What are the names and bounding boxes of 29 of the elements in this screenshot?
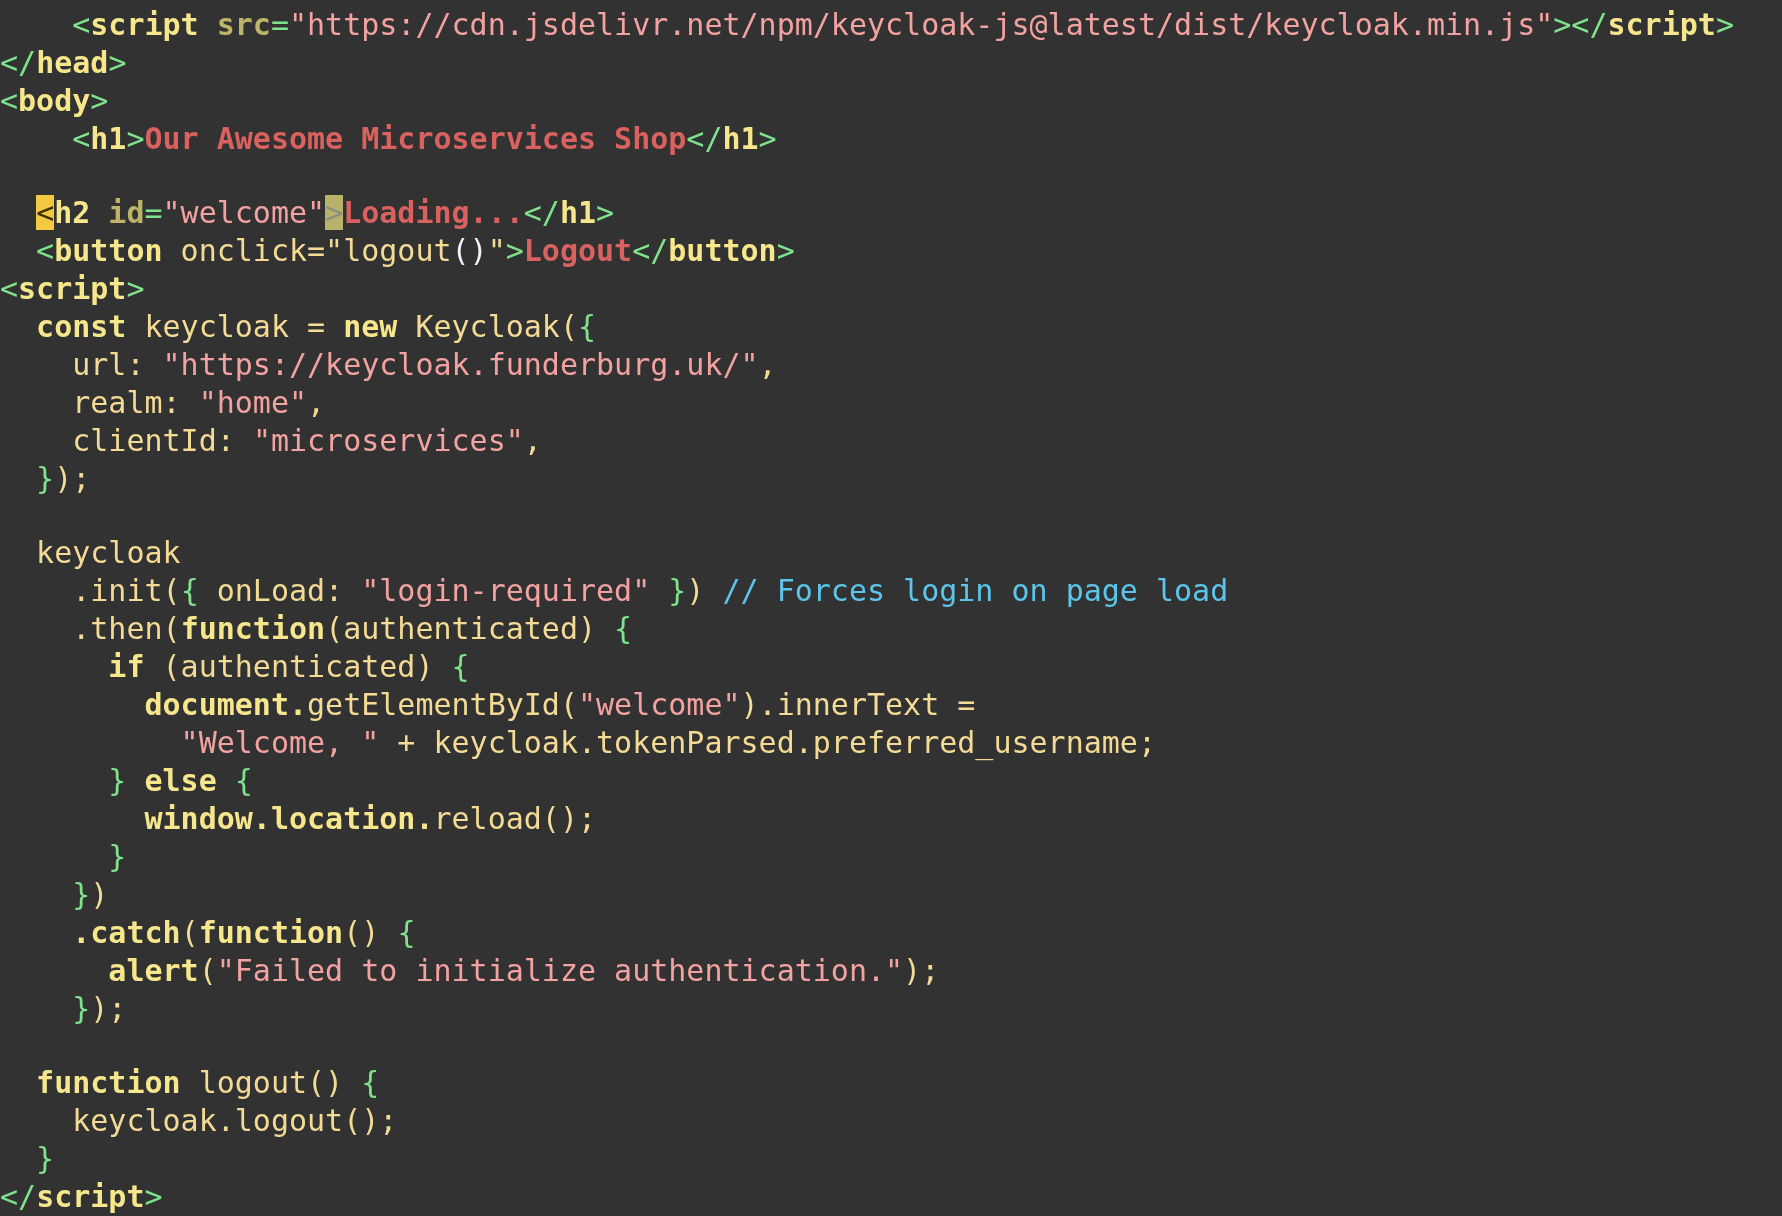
code-line: if (authenticated) { xyxy=(107,648,470,686)
code-line: <script src="https://cdn.jsdelivr.net/npm/keycloak-js@latest/dist/keycloak.min.js"></script> xyxy=(71,6,1734,44)
code-line: </script> xyxy=(0,1178,163,1216)
code-line: } xyxy=(107,838,127,876)
code-line: url: "https://keycloak.funderburg.uk/", xyxy=(71,346,777,384)
code-line: <body> xyxy=(0,82,109,120)
code-line: }); xyxy=(35,460,91,498)
code-line: }) xyxy=(71,876,109,914)
code-line: } else { xyxy=(107,762,253,800)
code-line: clientId: "microservices", xyxy=(71,422,542,460)
code-line: alert("Failed to initialize authentication."); xyxy=(107,952,940,990)
code-line: "Welcome, " + keycloak.tokenParsed.preferred_username; xyxy=(179,724,1156,762)
code-line: document.getElementById("welcome").innerText = xyxy=(143,686,976,724)
code-line: <h2 id="welcome">Loading...</h1> xyxy=(35,194,615,232)
code-line: function logout() { xyxy=(35,1064,380,1102)
code-line: const keycloak = new Keycloak({ xyxy=(35,308,597,346)
code-line: .then(function(authenticated) { xyxy=(71,610,633,648)
code-line: keycloak xyxy=(35,534,181,572)
code-line: .catch(function() { xyxy=(71,914,416,952)
code-line: <script> xyxy=(0,270,145,308)
code-line: keycloak.logout(); xyxy=(71,1102,398,1140)
code-line: }); xyxy=(71,990,127,1028)
code-line: window.location.reload(); xyxy=(143,800,597,838)
code-line: </head> xyxy=(0,44,127,82)
code-line: <h1>Our Awesome Microservices Shop</h1> xyxy=(71,120,777,158)
code-line: <button onclick="logout()">Logout</button> xyxy=(35,232,795,270)
code-line: realm: "home", xyxy=(71,384,326,422)
code-line: .init({ onLoad: "login-required" }) // Forces login on page load xyxy=(71,572,1229,610)
code-line: } xyxy=(35,1140,55,1178)
